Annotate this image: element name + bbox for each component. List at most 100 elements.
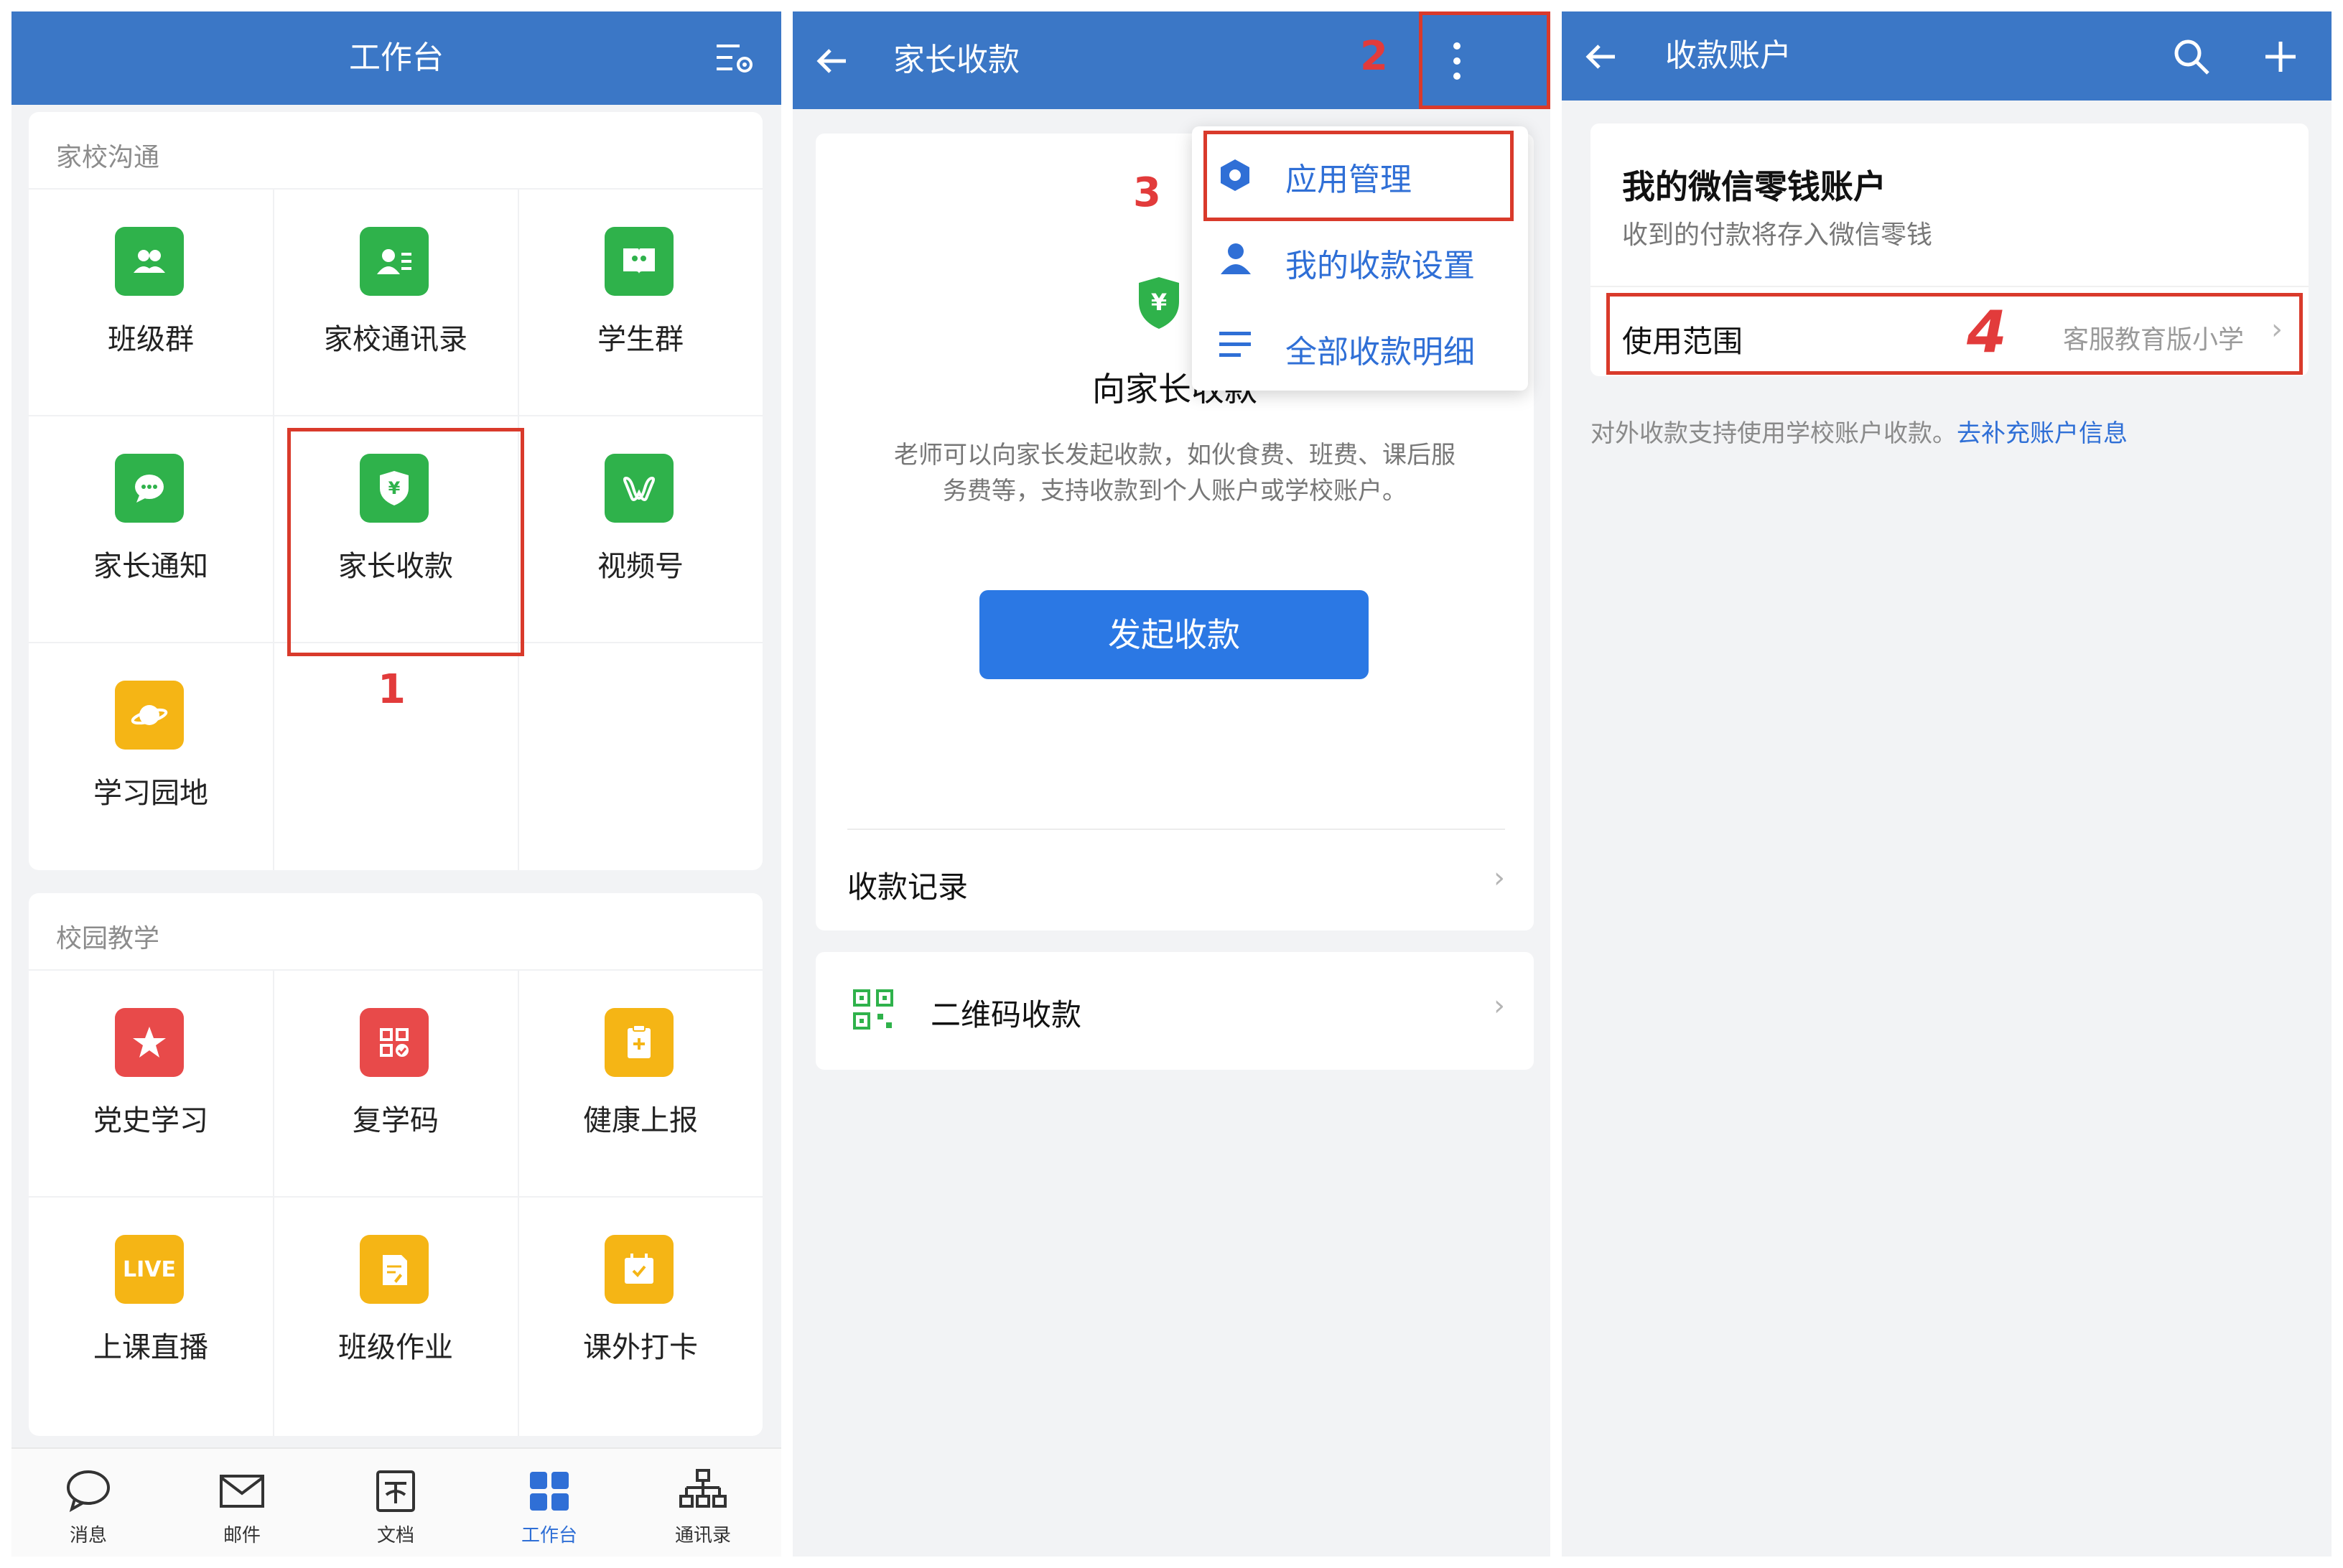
menu-item-label: 我的收款设置 [1285,248,1475,284]
row-label: 二维码收款 [931,997,1082,1032]
add-icon[interactable] [2263,39,2298,75]
account-subtitle: 收到的付款将存入微信零钱 [1622,220,1933,250]
tile-label: 班级作业 [338,1331,453,1364]
back-arrow-icon[interactable] [1583,39,1619,75]
message-icon [63,1466,113,1516]
external-payment-note: 对外收款支持使用学校账户收款。去补充账户信息 [1590,414,2128,449]
tab-workbench[interactable]: 工作台 [472,1449,626,1557]
tile-check-in[interactable]: 课外打卡 [518,1196,763,1423]
live-badge: LIVE [123,1256,176,1282]
tab-label: 邮件 [223,1525,261,1546]
homework-icon [360,1235,429,1304]
person-icon [1219,241,1252,276]
tile-contacts[interactable]: 家校通讯录 [274,188,518,415]
chevron-right-icon: › [1494,862,1505,895]
tile-health-report[interactable]: 健康上报 [518,969,763,1196]
student-group-icon [605,227,674,296]
page-title: 工作台 [349,39,444,76]
tab-label: 文档 [376,1525,414,1546]
chevron-right-icon: › [1494,989,1505,1022]
tile-live-class[interactable]: LIVE 上课直播 [29,1196,273,1423]
account-title: 我的微信零钱账户 [1622,167,1886,206]
annotation-box-1 [287,428,524,656]
hero-description-line1: 老师可以向家长发起收款，如伙食费、班费、课后服 [894,441,1455,470]
calendar-check-icon [605,1235,674,1304]
tile-learning-garden[interactable]: 学习园地 [29,642,273,869]
workbench-icon [524,1466,574,1516]
annotation-box-2 [1419,11,1550,109]
section-title: 校园教学 [56,924,160,953]
contacts-icon [360,227,429,296]
menu-item-label: 全部收款明细 [1285,334,1475,370]
account-header: 收款账户 [1562,11,2332,101]
tile-label: 党史学习 [93,1104,208,1137]
channels-icon [605,454,674,523]
tab-label: 消息 [69,1525,107,1546]
back-arrow-icon[interactable] [814,43,850,79]
menu-item-my-payment-settings[interactable]: 我的收款设置 [1192,220,1528,306]
start-payment-button[interactable]: 发起收款 [979,590,1369,679]
qr-code-icon [852,988,895,1031]
qr-payment-row[interactable]: 二维码收款 › [816,952,1534,1070]
notice-chat-icon [115,454,184,523]
bottom-tab-bar: 消息 邮件 文档 工作台 通讯录 [11,1447,781,1557]
tab-messages[interactable]: 消息 [11,1449,165,1557]
tile-label: 课外打卡 [583,1331,698,1364]
workbench-header: 工作台 [11,11,781,105]
page-title: 收款账户 [1665,37,1792,74]
clipboard-plus-icon [605,1008,674,1077]
tile-channels[interactable]: 视频号 [518,415,763,642]
hero-description-line2: 务费等，支持收款到个人账户或学校账户。 [943,477,1407,505]
tile-label: 学习园地 [93,777,208,810]
tile-label: 家校通讯录 [324,323,467,356]
tile-label: 班级群 [108,323,194,356]
tile-student-group[interactable]: 学生群 [518,188,763,415]
tab-mail[interactable]: 邮件 [165,1449,319,1557]
tile-label: 健康上报 [583,1104,698,1137]
tile-label: 视频号 [597,550,684,583]
tab-contacts[interactable]: 通讯录 [626,1449,780,1557]
row-label: 收款记录 [847,869,969,905]
tile-parent-notice[interactable]: 家长通知 [29,415,273,642]
tile-class-group[interactable]: 班级群 [29,188,273,415]
tile-label: 学生群 [597,323,684,356]
parent-payment-screen: 家长收款 2 ¥ 向家长收款 老师可以向家长发起收款，如伙食费、班费、课后服 务… [793,11,1550,1557]
org-chart-icon [678,1466,728,1516]
workbench-screen: 工作台 家校沟通 班级群 家校通讯录 学生群 家长通知 ¥ 家长收款 视频号 学… [11,11,781,1557]
svg-text:¥: ¥ [1151,289,1167,316]
step-number-2: 2 [1360,33,1388,80]
mail-icon [217,1466,267,1516]
tab-label: 工作台 [521,1525,577,1546]
tile-label: 家长通知 [93,550,208,583]
document-icon [371,1466,421,1516]
class-group-icon [115,227,184,296]
step-number-1: 1 [378,666,406,713]
payment-account-screen: 收款账户 我的微信零钱账户 收到的付款将存入微信零钱 使用范围 客服教育版小学 … [1562,11,2332,1557]
list-icon [1219,330,1252,359]
annotation-box-3 [1203,131,1514,221]
tile-label: 复学码 [353,1104,439,1137]
step-number-4: 4 [1967,299,2007,365]
search-icon[interactable] [2172,37,2211,76]
supplement-account-link[interactable]: 去补充账户信息 [1957,419,2128,448]
tile-label: 上课直播 [93,1331,208,1364]
annotation-box-4 [1606,293,2303,375]
payment-shield-icon: ¥ [1136,274,1182,332]
qr-check-icon [360,1008,429,1077]
tile-resume-code[interactable]: 复学码 [274,969,518,1196]
tile-homework[interactable]: 班级作业 [274,1196,518,1423]
campus-teaching-section: 校园教学 党史学习 复学码 健康上报 LIVE 上课直播 班级作业 课外打卡 [29,893,763,1436]
tile-party-history[interactable]: 党史学习 [29,969,273,1196]
step-number-3: 3 [1133,169,1161,216]
menu-item-all-payment-details[interactable]: 全部收款明细 [1192,306,1528,392]
payment-records-row[interactable]: 收款记录 › [816,830,1534,930]
planet-icon [115,681,184,750]
star-icon [115,1008,184,1077]
manage-apps-icon[interactable] [715,40,755,78]
page-title: 家长收款 [893,42,1020,78]
note-text: 对外收款支持使用学校账户收款。 [1590,419,1957,448]
tab-documents[interactable]: 文档 [319,1449,472,1557]
tab-label: 通讯录 [674,1525,731,1546]
live-icon: LIVE [115,1235,184,1304]
section-title: 家校沟通 [56,143,160,172]
